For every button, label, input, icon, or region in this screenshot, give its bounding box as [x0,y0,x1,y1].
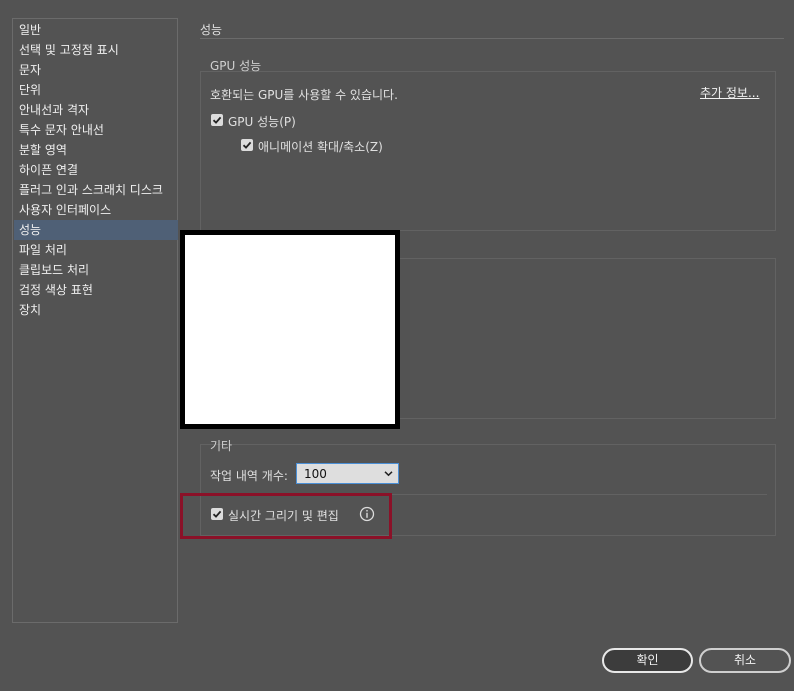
animated-zoom-checkbox[interactable] [241,139,253,151]
sidebar-item-black-appearance[interactable]: 검정 색상 표현 [14,280,178,300]
check-icon [212,116,222,124]
ok-button[interactable]: 확인 [602,648,693,673]
sidebar-item-devices[interactable]: 장치 [14,300,178,320]
sidebar-item-performance[interactable]: 성능 [14,220,178,240]
gpu-compat-text: 호환되는 GPU를 사용할 수 있습니다. [210,88,398,102]
sidebar-item-general[interactable]: 일반 [14,20,178,40]
chevron-down-icon [384,471,393,477]
gpu-performance-checkbox[interactable] [211,114,223,126]
sidebar-item-type[interactable]: 문자 [14,60,178,80]
sidebar-item-hyphenation[interactable]: 하이픈 연결 [14,160,178,180]
sidebar-item-clipboard[interactable]: 클립보드 처리 [14,260,178,280]
section-divider [200,38,784,39]
sidebar-item-guides-grid[interactable]: 안내선과 격자 [14,100,178,120]
misc-group-title: 기타 [210,439,233,453]
history-states-value: 100 [304,467,327,481]
redaction-box [180,230,400,429]
animated-zoom-label: 애니메이션 확대/축소(Z) [258,140,383,154]
history-states-select[interactable]: 100 [296,463,399,484]
sidebar-item-selection[interactable]: 선택 및 고정점 표시 [14,40,178,60]
sidebar-item-file-handling[interactable]: 파일 처리 [14,240,178,260]
section-title: 성능 [200,23,223,37]
sidebar-item-user-interface[interactable]: 사용자 인터페이스 [14,200,178,220]
gpu-group-title: GPU 성능 [210,59,262,73]
highlight-box [180,493,392,539]
gpu-performance-label: GPU 성능(P) [228,115,296,129]
cancel-button[interactable]: 취소 [699,648,791,673]
history-states-label: 작업 내역 개수: [210,469,288,483]
sidebar-item-slices[interactable]: 분할 영역 [14,140,178,160]
sidebar-item-smart-guides[interactable]: 특수 문자 안내선 [14,120,178,140]
preferences-sidebar: 일반 선택 및 고정점 표시 문자 단위 안내선과 격자 특수 문자 안내선 분… [12,18,178,623]
sidebar-item-plugins-scratch[interactable]: 플러그 인과 스크래치 디스크 [14,180,178,200]
sidebar-item-units[interactable]: 단위 [14,80,178,100]
more-info-link[interactable]: 추가 정보... [700,84,759,101]
check-icon [242,141,252,149]
